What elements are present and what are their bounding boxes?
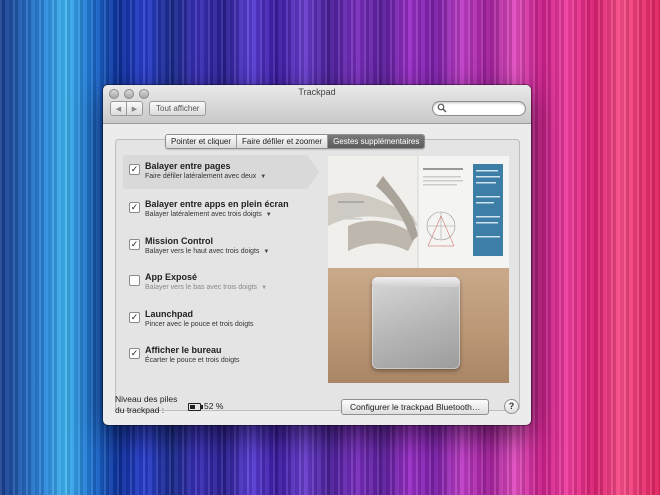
gesture-option-popup[interactable]: Balayer vers le haut avec trois doigts ▼ [145,248,269,255]
battery-icon [188,403,203,411]
gesture-subtitle: Balayer vers le haut avec trois doigts [145,248,260,255]
gesture-option-popup[interactable]: Balayer vers le bas avec trois doigts ▼ [145,284,267,291]
preferences-window: Trackpad ◀ ▶ Tout afficher Pointer et cl… [103,85,531,425]
tab-bar: Pointer et cliquer Faire défiler et zoom… [165,134,426,149]
chevron-down-icon: ▼ [261,284,268,291]
gesture-title: Launchpad [145,309,194,319]
checkbox[interactable]: ✓ [129,164,140,175]
gesture-item-swipe-fullscreen-apps[interactable]: ✓ Balayer entre apps en plein écran Bala… [123,193,307,227]
gesture-item-launchpad[interactable]: ✓ Launchpad Pincer avec le pouce et troi… [123,303,307,337]
gesture-title: Mission Control [145,236,213,246]
checkbox[interactable] [129,275,140,286]
gesture-description: Écarter le pouce et trois doigts [145,357,240,364]
search-field[interactable] [432,101,526,116]
checkbox[interactable]: ✓ [129,348,140,359]
gesture-title: Balayer entre pages [145,161,231,171]
gesture-item-show-desktop[interactable]: ✓ Afficher le bureau Écarter le pouce et… [123,339,307,373]
window-title: Trackpad [298,87,336,97]
book-illustration [328,156,509,268]
gesture-description: Pincer avec le pouce et trois doigts [145,321,254,328]
gesture-item-app-expose[interactable]: App Exposé Balayer vers le bas avec troi… [123,266,307,300]
gesture-title: Afficher le bureau [145,345,222,355]
forward-arrow-icon[interactable]: ▶ [126,102,142,115]
gesture-subtitle: Écarter le pouce et trois doigts [145,357,240,364]
back-arrow-icon[interactable]: ◀ [111,102,126,115]
checkbox[interactable]: ✓ [129,202,140,213]
help-button[interactable]: ? [504,399,519,414]
chevron-down-icon: ▼ [265,211,272,218]
gesture-title: App Exposé [145,272,198,282]
gesture-subtitle: Faire défiler latéralement avec deux [145,173,257,180]
tab-scroll-zoom[interactable]: Faire défiler et zoomer [236,135,328,148]
gesture-item-mission-control[interactable]: ✓ Mission Control Balayer vers le haut a… [123,230,307,264]
preview-book-image [328,156,509,268]
chevron-down-icon: ▼ [260,173,267,180]
battery-label-line1: Niveau des piles [115,394,178,404]
chevron-down-icon: ▼ [263,248,270,255]
search-icon [437,103,447,113]
gesture-option-popup[interactable]: Balayer latéralement avec trois doigts ▼ [145,211,272,218]
gesture-item-swipe-pages[interactable]: ✓ Balayer entre pages Faire défiler laté… [123,155,319,189]
gesture-subtitle: Balayer latéralement avec trois doigts [145,211,262,218]
configure-bluetooth-trackpad-button[interactable]: Configurer le trackpad Bluetooth… [341,399,490,415]
battery-label-line2: du trackpad : [115,405,165,415]
checkbox[interactable]: ✓ [129,239,140,250]
battery-percentage: 52 % [204,401,224,411]
tab-pointer-click[interactable]: Pointer et cliquer [166,135,237,148]
gesture-title: Balayer entre apps en plein écran [145,199,289,209]
show-all-button[interactable]: Tout afficher [149,101,207,116]
trackpad-illustration [372,277,460,369]
gesture-option-popup[interactable]: Faire défiler latéralement avec deux ▼ [145,173,266,180]
trackpad-top-edge [372,277,460,287]
gesture-preview-video [328,156,509,383]
tab-more-gestures[interactable]: Gestes supplémentaires [327,135,425,148]
gesture-subtitle: Balayer vers le bas avec trois doigts [145,284,258,291]
checkbox[interactable]: ✓ [129,312,140,323]
back-forward-control: ◀ ▶ [110,101,143,116]
battery-level-label: Niveau des piles du trackpad : [115,394,177,416]
gesture-subtitle: Pincer avec le pouce et trois doigts [145,321,254,328]
title-bar: Trackpad ◀ ▶ Tout afficher [103,85,531,124]
